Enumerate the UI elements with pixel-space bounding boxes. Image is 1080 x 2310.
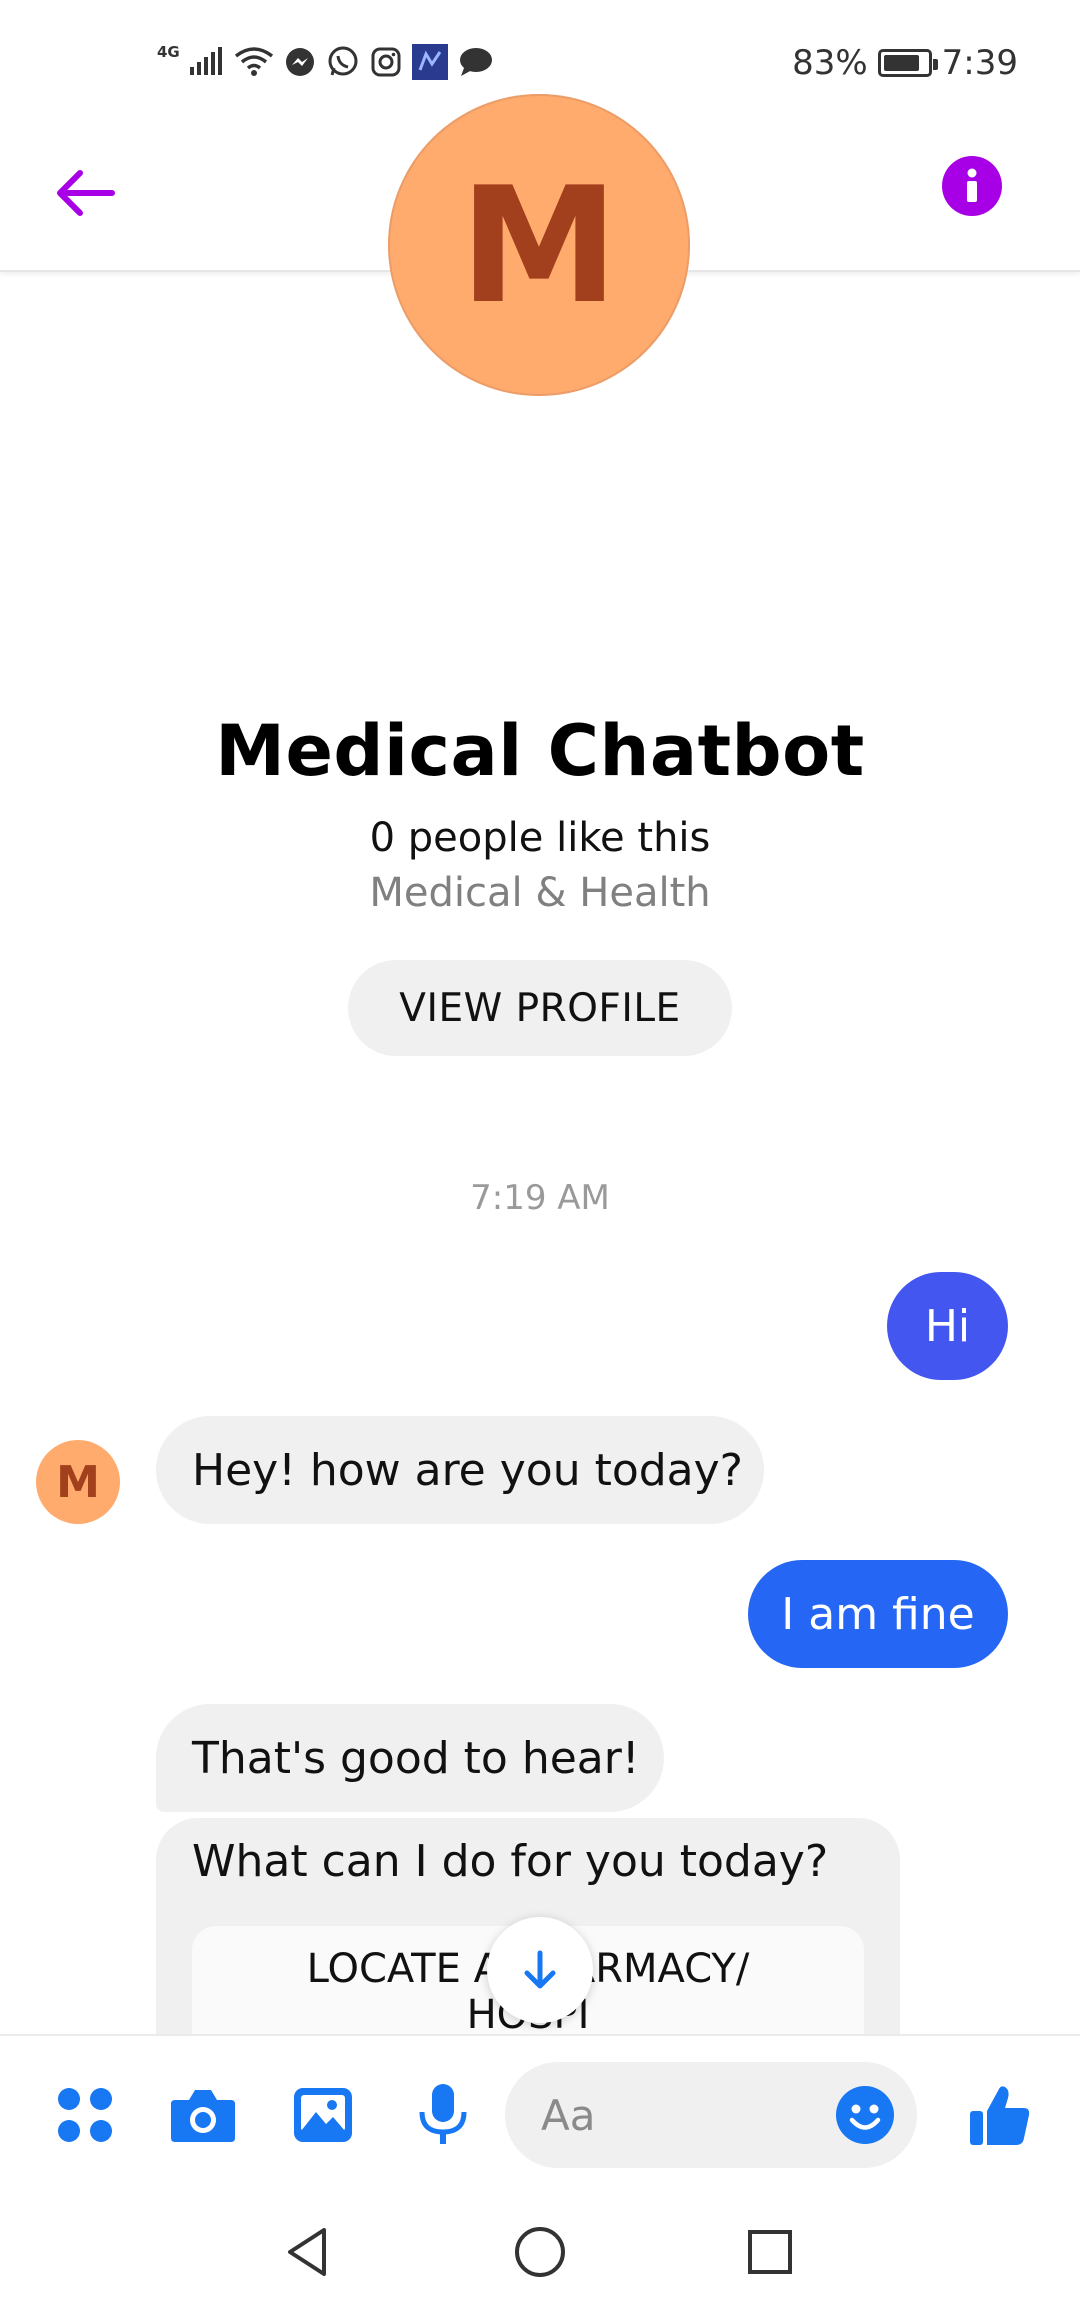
thumbs-up-icon[interactable] [965,2080,1035,2150]
app-icon [411,44,448,80]
signal-icon [189,47,222,75]
outgoing-message[interactable]: I am fine [748,1560,1008,1668]
bot-avatar[interactable]: M [36,1440,120,1524]
profile-likes: 0 people like this [369,815,711,861]
incoming-message[interactable]: That's good to hear! [156,1704,664,1812]
outgoing-message[interactable]: Hi [887,1272,1008,1380]
message-timestamp: 7:19 AM [470,1178,610,1218]
clock: 7:39 [941,43,1018,83]
messenger-icon [285,48,314,76]
system-nav-bar [0,2194,1080,2310]
wifi-icon [234,47,273,76]
arrow-left-icon[interactable] [50,158,120,228]
message-input-placeholder: Aa [541,2090,596,2140]
info-glyph [967,168,977,202]
battery-percent: 83% [792,43,868,83]
home-circle-icon[interactable] [510,2222,570,2282]
battery-icon [877,49,938,77]
card-message-text: What can I do for you today? [192,1836,829,1887]
info-icon[interactable] [942,156,1002,216]
scroll-to-bottom-button[interactable] [487,1917,593,2023]
gallery-icon[interactable] [288,2080,358,2150]
microphone-icon[interactable] [408,2080,478,2150]
status-icons-right: 83% 7:39 [792,38,1018,88]
profile-name: Medical Chatbot [215,710,865,792]
recents-square-icon[interactable] [740,2222,800,2282]
message-composer: Aa [0,2034,1080,2196]
instagram-icon [371,47,401,77]
camera-icon[interactable] [168,2080,238,2150]
arrow-down-icon [524,1950,556,1989]
battery-fill [883,55,919,71]
profile-avatar[interactable]: M [388,94,690,396]
view-profile-button[interactable]: VIEW PROFILE [348,960,732,1056]
whatsapp-icon [328,46,358,76]
status-icons-left: 4G [157,42,494,82]
profile-category: Medical & Health [369,870,711,916]
apps-icon[interactable] [50,2080,120,2150]
back-triangle-icon[interactable] [278,2222,338,2282]
incoming-message[interactable]: Hey! how are you today? [156,1416,764,1524]
chat-icon [459,48,492,76]
network-type: 4G [157,43,180,61]
message-input[interactable]: Aa [505,2062,917,2168]
emoji-icon[interactable] [835,2085,895,2145]
